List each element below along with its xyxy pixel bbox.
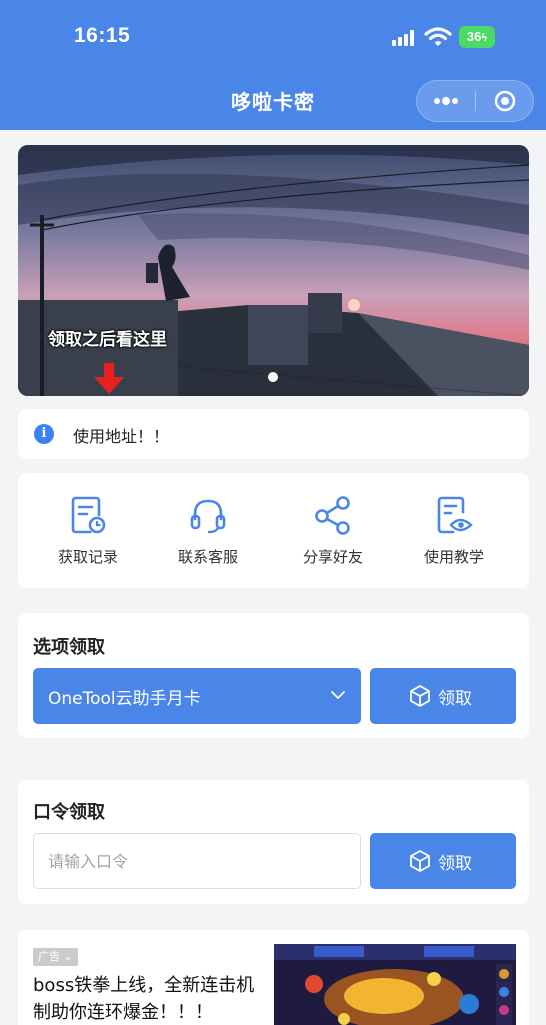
miniprogram-capsule [416, 80, 534, 122]
code-input[interactable] [33, 833, 361, 889]
option-claim-title: 选项领取 [33, 637, 105, 658]
action-records[interactable]: 获取记录 [28, 473, 148, 588]
notice-text: 使用地址！！ [73, 427, 170, 446]
more-menu-button[interactable] [417, 81, 475, 121]
info-icon: i [34, 424, 54, 444]
chevron-down-icon [331, 691, 345, 699]
button-label: 领取 [438, 689, 472, 709]
wifi-icon [424, 27, 452, 46]
signal-icon [392, 30, 416, 46]
ad-tag[interactable]: 广告 ⌄ [33, 948, 78, 966]
arrow-down-icon [94, 363, 124, 394]
action-tutorial[interactable]: 使用教学 [394, 473, 514, 588]
top-header: 16:15 36ϟ 哆啦卡密 [0, 0, 546, 130]
close-miniprogram-button[interactable] [477, 81, 533, 121]
ad-text: boss铁拳上线，全新连击机制助你连环爆金！！！ [33, 975, 255, 1023]
box-icon [410, 850, 430, 872]
share-icon [315, 496, 350, 535]
action-label: 联系客服 [177, 548, 238, 566]
option-claim-card: 选项领取 OneTool云助手月卡 领取 [18, 613, 529, 738]
notice-bar[interactable]: i 使用地址！！ [18, 409, 529, 459]
button-label: 领取 [438, 854, 472, 874]
banner-image [18, 145, 529, 396]
action-label: 获取记录 [57, 548, 118, 566]
more-dots-icon [434, 97, 458, 105]
battery-indicator: 36ϟ [459, 26, 495, 48]
ad-banner[interactable]: 广告 ⌄ boss铁拳上线，全新连击机制助你连环爆金！！！ [18, 930, 529, 1025]
status-bar: 16:15 36ϟ [0, 0, 546, 76]
action-share[interactable]: 分享好友 [273, 473, 393, 588]
target-circle-icon [494, 90, 516, 112]
status-time: 16:15 [74, 24, 131, 47]
code-claim-button[interactable]: 领取 [370, 833, 516, 889]
box-icon [410, 685, 430, 707]
card-type-select[interactable]: OneTool云助手月卡 [33, 668, 361, 724]
banner-caption: 领取之后看这里 [48, 330, 167, 350]
banner-carousel[interactable]: 领取之后看这里 [18, 145, 529, 396]
action-label: 使用教学 [423, 548, 484, 566]
code-claim-title: 口令领取 [33, 802, 105, 823]
capsule-divider [475, 91, 476, 111]
document-eye-icon [437, 496, 473, 534]
headset-icon [190, 499, 226, 534]
ad-image [274, 944, 516, 1025]
quick-actions: 获取记录 联系客服 分享好友 使用教学 [18, 473, 529, 588]
record-clock-icon [71, 496, 106, 534]
selected-option: OneTool云助手月卡 [48, 689, 201, 709]
code-claim-card: 口令领取 领取 [18, 780, 529, 904]
option-claim-button[interactable]: 领取 [370, 668, 516, 724]
action-support[interactable]: 联系客服 [148, 473, 268, 588]
battery-level: 36 [466, 29, 482, 44]
carousel-indicator[interactable] [268, 372, 278, 382]
charging-icon: ϟ [481, 32, 488, 44]
action-label: 分享好友 [302, 548, 363, 566]
chevron-down-icon: ⌄ [60, 950, 73, 963]
ad-tag-label: 广告 [38, 950, 60, 963]
